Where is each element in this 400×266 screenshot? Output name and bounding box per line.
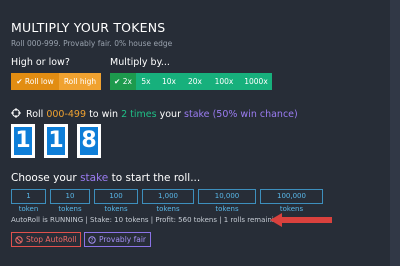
right-rail xyxy=(390,0,400,266)
multiplier-toggle: ✔ 2x 5x 10x 20x 100x 1000x xyxy=(110,73,272,90)
roll-your: your xyxy=(159,109,181,120)
ban-icon xyxy=(15,235,23,244)
multiplier-10x-button[interactable]: 10x xyxy=(156,73,182,90)
question-circle-icon: ? xyxy=(88,235,96,244)
multiplier-1000x-button[interactable]: 1000x xyxy=(240,73,272,90)
high-low-toggle: ✔ Roll low Roll high xyxy=(11,73,101,90)
crosshair-icon xyxy=(11,108,21,118)
result-digit: 8 xyxy=(77,124,101,158)
stake-chip-1000[interactable]: 1,000 tokens xyxy=(142,189,194,213)
autoroll-status: AutoRoll is RUNNING | Stake: 10 tokens |… xyxy=(11,216,283,224)
roll-times: 2 times xyxy=(121,109,157,120)
high-low-label: High or low? xyxy=(11,57,70,68)
result-digit: 1 xyxy=(44,124,68,158)
roll-low-label: Roll low xyxy=(24,77,54,86)
multiplier-label: 100x xyxy=(214,77,234,86)
multiplier-20x-button[interactable]: 20x xyxy=(182,73,208,90)
arrow-left-icon xyxy=(270,213,332,227)
check-icon: ✔ xyxy=(114,77,121,86)
stake-chip-10000[interactable]: 10,000 tokens xyxy=(198,189,256,213)
roll-low-button[interactable]: ✔ Roll low xyxy=(11,73,59,90)
roll-summary: Roll 000-499 to win 2 times your stake (… xyxy=(11,108,298,120)
stop-autoroll-button[interactable]: Stop AutoRoll xyxy=(11,232,82,247)
choose-stake-heading: Choose your stake to start the roll... xyxy=(11,172,200,184)
choose-stake: stake xyxy=(80,172,109,184)
roll-high-button[interactable]: Roll high xyxy=(59,73,101,90)
stake-chip-10[interactable]: 10 tokens xyxy=(50,189,90,213)
provably-fair-label: Provably fair xyxy=(99,235,147,244)
roll-to-win: to win xyxy=(89,109,119,120)
page-title: MULTIPLY YOUR TOKENS xyxy=(11,20,166,35)
result-digit: 1 xyxy=(11,124,35,158)
multiply-label: Multiply by... xyxy=(110,57,170,68)
choose-prefix: Choose your xyxy=(11,172,77,184)
stake-chip-row: 1 token 10 tokens 100 tokens 1,000 token… xyxy=(11,189,323,213)
multiplier-label: 20x xyxy=(188,77,202,86)
multiplier-100x-button[interactable]: 100x xyxy=(208,73,240,90)
roll-high-label: Roll high xyxy=(63,77,97,86)
roll-prefix: Roll xyxy=(26,109,44,120)
multiplier-label: 5x xyxy=(141,77,151,86)
svg-text:?: ? xyxy=(91,238,94,244)
roll-stake: stake xyxy=(184,109,210,120)
provably-fair-button[interactable]: ? Provably fair xyxy=(84,232,152,247)
roll-chance: (50% win chance) xyxy=(212,109,298,120)
page-subtitle: Roll 000-999. Provably fair. 0% house ed… xyxy=(11,39,173,48)
multiplier-label: 1000x xyxy=(244,77,268,86)
choose-suffix: to start the roll... xyxy=(111,172,201,184)
check-icon: ✔ xyxy=(16,77,23,86)
multiplier-label: 2x xyxy=(122,77,132,86)
multiplier-5x-button[interactable]: 5x xyxy=(136,73,156,90)
stake-chip-100000[interactable]: 100,000 tokens xyxy=(260,189,323,213)
stake-chip-100[interactable]: 100 tokens xyxy=(94,189,138,213)
multiplier-2x-button[interactable]: ✔ 2x xyxy=(110,73,136,90)
roll-range: 000-499 xyxy=(46,109,87,120)
multiplier-label: 10x xyxy=(162,77,176,86)
stop-autoroll-label: Stop AutoRoll xyxy=(26,235,77,244)
stake-chip-1[interactable]: 1 token xyxy=(11,189,46,213)
